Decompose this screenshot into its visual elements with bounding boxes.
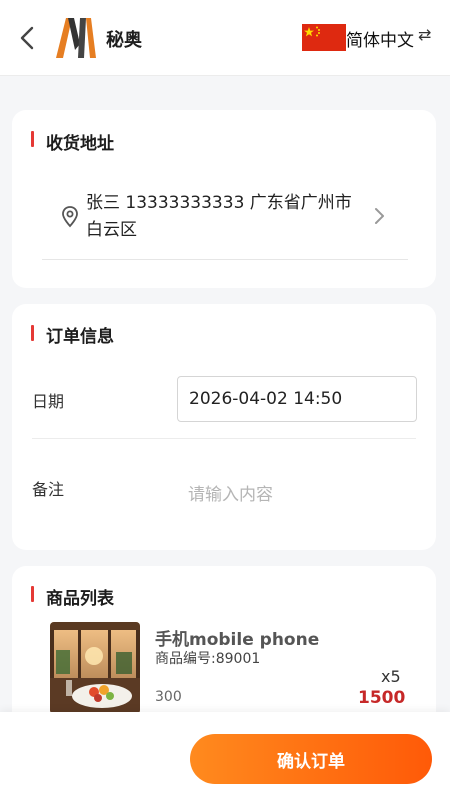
chevron-right-icon[interactable]	[372, 206, 386, 226]
location-pin-icon	[62, 206, 78, 228]
divider	[32, 438, 416, 439]
product-code: 商品编号:89001	[155, 651, 261, 667]
swap-arrows-icon[interactable]: ⇄	[418, 25, 431, 44]
product-quantity: x5	[381, 667, 401, 686]
top-bar: 秘奥 简体中文 ⇄	[0, 0, 450, 76]
chevron-left-icon[interactable]	[16, 22, 40, 54]
product-image	[50, 622, 140, 714]
goods-title: 商品列表	[46, 589, 114, 609]
order-info-title: 订单信息	[46, 327, 114, 347]
date-label: 日期	[32, 392, 65, 411]
product-name: 手机mobile phone	[155, 630, 320, 650]
product-total: 1500	[358, 688, 406, 708]
remark-input[interactable]: 请输入内容	[188, 480, 273, 505]
remark-label: 备注	[32, 480, 65, 499]
address-text: 张三 13333333333 广东省广州市白云区	[86, 193, 352, 240]
date-field[interactable]: 2026-04-02 14:50	[177, 376, 417, 422]
app-name: 秘奥	[106, 30, 142, 51]
address-title: 收货地址	[46, 134, 114, 154]
app-logo	[56, 18, 96, 58]
section-accent-bar	[31, 325, 34, 341]
confirm-order-button[interactable]: 确认订单	[190, 734, 432, 784]
language-selector[interactable]: 简体中文	[346, 26, 414, 51]
section-accent-bar	[31, 131, 34, 147]
product-price: 300	[155, 689, 182, 705]
section-accent-bar	[31, 586, 34, 602]
china-flag-icon[interactable]	[302, 24, 346, 51]
